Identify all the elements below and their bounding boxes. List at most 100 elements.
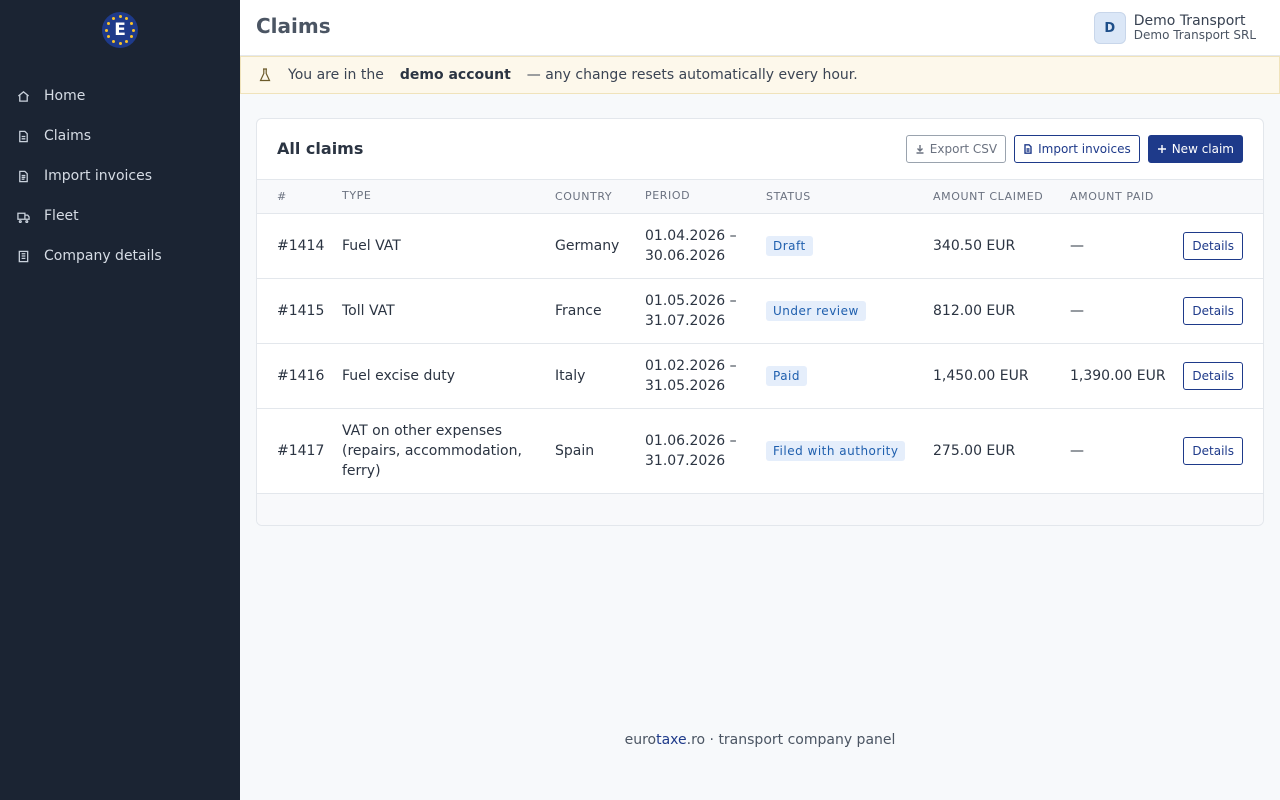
new-claim-button[interactable]: New claim bbox=[1147, 135, 1243, 163]
page-title: Claims bbox=[256, 14, 331, 38]
sidebar-item-label: Fleet bbox=[44, 208, 79, 224]
claim-country: Germany bbox=[555, 213, 645, 279]
row-actions: Details bbox=[1180, 343, 1263, 409]
banner-strong: demo account bbox=[399, 67, 511, 83]
export-csv-button[interactable]: Export CSV bbox=[905, 135, 1007, 163]
card-header: All claims Export CSV Import invoices Ne… bbox=[257, 119, 1263, 180]
claim-country: Italy bbox=[555, 343, 645, 409]
download-icon bbox=[916, 145, 924, 154]
sidebar-item-import-invoices[interactable]: Import invoices bbox=[0, 156, 240, 196]
amount-claimed: 275.00 EUR bbox=[933, 408, 1070, 494]
amount-paid: — bbox=[1070, 213, 1180, 279]
banner-prefix: You are in the bbox=[288, 67, 384, 83]
amount-claimed: 340.50 EUR bbox=[933, 213, 1070, 279]
row-actions: Details bbox=[1180, 408, 1263, 494]
claim-type: Toll VAT bbox=[342, 278, 555, 344]
claim-status: Draft bbox=[766, 213, 933, 279]
new-claim-label: New claim bbox=[1171, 142, 1234, 156]
details-button[interactable]: Details bbox=[1183, 436, 1243, 465]
claim-status: Paid bbox=[766, 343, 933, 409]
card-title: All claims bbox=[277, 139, 364, 158]
footer-brand-part1: euro bbox=[624, 732, 657, 748]
status-badge: Paid bbox=[766, 365, 808, 386]
claim-period: 01.05.2026 – 31.07.2026 bbox=[645, 278, 766, 344]
period-end: 30.06.2026 bbox=[645, 247, 726, 264]
claim-status: Filed with authority bbox=[766, 408, 933, 494]
column-header-id[interactable]: # bbox=[257, 180, 342, 214]
column-header-status[interactable]: Status bbox=[766, 180, 933, 214]
page-footer: eurotaxe.ro · transport company panel bbox=[240, 732, 1280, 748]
banner-suffix: — any change resets automatically every … bbox=[526, 67, 858, 83]
column-header-amount-claimed[interactable]: Amount claimed bbox=[933, 180, 1070, 214]
column-header-period[interactable]: Period bbox=[645, 180, 766, 214]
period-start: 01.02.2026 – bbox=[645, 357, 737, 374]
sidebar-item-label: Company details bbox=[44, 248, 162, 264]
avatar[interactable]: D bbox=[1093, 12, 1126, 44]
home-icon bbox=[17, 90, 30, 103]
status-badge: Filed with authority bbox=[766, 440, 906, 461]
claims-card: All claims Export CSV Import invoices Ne… bbox=[256, 118, 1264, 526]
period-start: 01.04.2026 – bbox=[645, 227, 737, 244]
claim-status: Under review bbox=[766, 278, 933, 344]
claim-type: Fuel excise duty bbox=[342, 343, 555, 409]
claim-period: 01.06.2026 – 31.07.2026 bbox=[645, 408, 766, 494]
table-row[interactable]: #1414 Fuel VAT Germany 01.04.2026 – 30.06… bbox=[257, 213, 1263, 279]
user-name: Demo Transport bbox=[1133, 12, 1246, 29]
claims-table: # Type Country Period Status Amount clai… bbox=[257, 180, 1263, 494]
footer-brand-part3: .ro · transport company panel bbox=[686, 732, 896, 748]
table-row[interactable]: #1415 Toll VAT France 01.05.2026 – 31.07.… bbox=[257, 278, 1263, 344]
details-button[interactable]: Details bbox=[1183, 231, 1243, 260]
column-header-type[interactable]: Type bbox=[342, 180, 555, 214]
status-badge: Draft bbox=[766, 235, 813, 256]
details-button[interactable]: Details bbox=[1183, 296, 1243, 325]
export-csv-label: Export CSV bbox=[929, 142, 998, 156]
demo-banner: You are in the demo account — any change… bbox=[240, 56, 1280, 94]
column-header-amount-paid[interactable]: Amount paid bbox=[1070, 180, 1180, 214]
amount-claimed: 812.00 EUR bbox=[933, 278, 1070, 344]
sidebar-item-company-details[interactable]: Company details bbox=[0, 236, 240, 276]
file-import-icon bbox=[17, 170, 30, 183]
import-invoices-label: Import invoices bbox=[1038, 142, 1131, 156]
claim-period: 01.04.2026 – 30.06.2026 bbox=[645, 213, 766, 279]
table-header-row: # Type Country Period Status Amount clai… bbox=[257, 180, 1263, 214]
sidebar-item-claims[interactable]: Claims bbox=[0, 116, 240, 156]
column-header-country[interactable]: Country bbox=[555, 180, 645, 214]
claim-country: Spain bbox=[555, 408, 645, 494]
claim-id: #1415 bbox=[257, 278, 342, 344]
import-invoices-button[interactable]: Import invoices bbox=[1014, 135, 1140, 163]
table-row[interactable]: #1416 Fuel excise duty Italy 01.02.2026 … bbox=[257, 343, 1263, 409]
card-footer bbox=[257, 493, 1263, 525]
sidebar-item-label: Home bbox=[44, 88, 86, 104]
plus-icon bbox=[1157, 145, 1166, 153]
amount-paid: — bbox=[1070, 278, 1180, 344]
claim-type: VAT on other expenses (repairs, accommod… bbox=[342, 408, 555, 494]
claim-period: 01.02.2026 – 31.05.2026 bbox=[645, 343, 766, 409]
user-company: Demo Transport SRL bbox=[1133, 28, 1256, 43]
row-actions: Details bbox=[1180, 213, 1263, 279]
top-bar: Claims D Demo Transport Demo Transport S… bbox=[240, 0, 1280, 56]
amount-paid: 1,390.00 EUR bbox=[1070, 343, 1180, 409]
status-badge: Under review bbox=[766, 300, 866, 321]
card-actions: Export CSV Import invoices New claim bbox=[898, 135, 1243, 163]
sidebar-nav: Home Claims Import invoices Fleet Compan… bbox=[0, 76, 240, 276]
claim-id: #1417 bbox=[257, 408, 342, 494]
row-actions: Details bbox=[1180, 278, 1263, 344]
user-menu[interactable]: D Demo Transport Demo Transport SRL bbox=[1093, 12, 1256, 44]
brand-logo[interactable]: E bbox=[102, 12, 138, 48]
period-end: 31.05.2026 bbox=[645, 377, 726, 394]
period-start: 01.06.2026 – bbox=[645, 432, 737, 449]
logo-letter: E bbox=[114, 20, 126, 40]
building-icon bbox=[17, 250, 30, 263]
sidebar-item-label: Claims bbox=[44, 128, 92, 144]
amount-claimed: 1,450.00 EUR bbox=[933, 343, 1070, 409]
column-header-actions bbox=[1180, 180, 1263, 214]
sidebar: E Home Claims Import invoices Fleet Comp… bbox=[0, 0, 240, 800]
period-end: 31.07.2026 bbox=[645, 312, 726, 329]
table-row[interactable]: #1417 VAT on other expenses (repairs, ac… bbox=[257, 408, 1263, 494]
sidebar-item-label: Import invoices bbox=[44, 168, 153, 184]
details-button[interactable]: Details bbox=[1183, 361, 1243, 390]
file-icon bbox=[1024, 144, 1032, 154]
flask-icon bbox=[259, 68, 271, 82]
sidebar-item-fleet[interactable]: Fleet bbox=[0, 196, 240, 236]
sidebar-item-home[interactable]: Home bbox=[0, 76, 240, 116]
